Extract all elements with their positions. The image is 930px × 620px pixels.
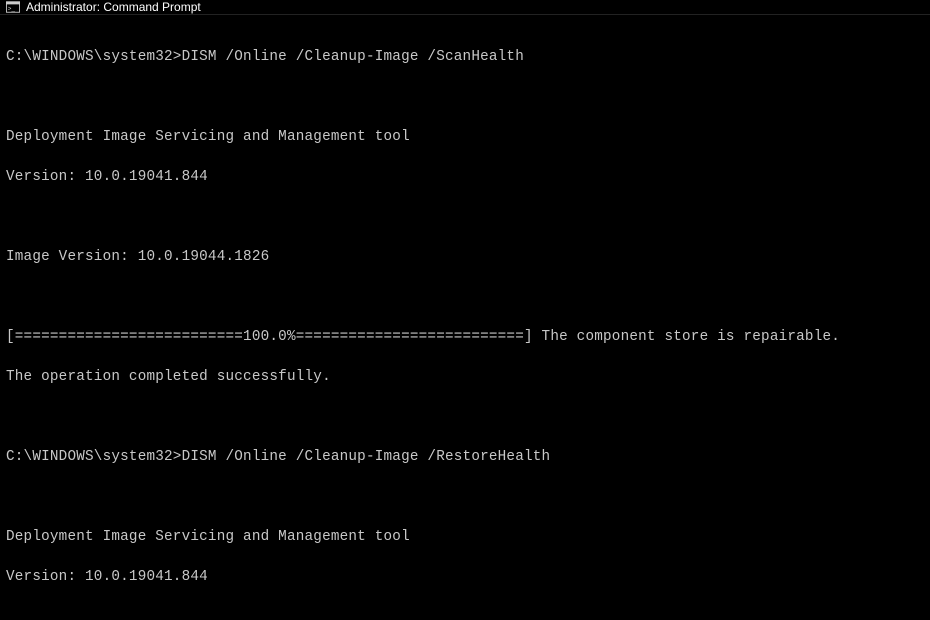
output-line: C:\WINDOWS\system32>DISM /Online /Cleanu… <box>6 47 924 67</box>
output-line <box>6 487 924 507</box>
svg-text:>_: >_ <box>8 6 16 13</box>
terminal-output[interactable]: C:\WINDOWS\system32>DISM /Online /Cleanu… <box>0 15 930 620</box>
titlebar[interactable]: >_ Administrator: Command Prompt <box>0 0 930 15</box>
window-title: Administrator: Command Prompt <box>26 0 201 14</box>
output-line: [==========================100.0%=======… <box>6 327 924 347</box>
output-line: Version: 10.0.19041.844 <box>6 167 924 187</box>
output-line: Deployment Image Servicing and Managemen… <box>6 527 924 547</box>
output-line: Version: 10.0.19041.844 <box>6 567 924 587</box>
command-prompt-window: >_ Administrator: Command Prompt C:\WIND… <box>0 0 930 620</box>
output-line <box>6 287 924 307</box>
output-line <box>6 207 924 227</box>
cmd-icon: >_ <box>6 0 20 14</box>
output-line <box>6 607 924 620</box>
output-line: C:\WINDOWS\system32>DISM /Online /Cleanu… <box>6 447 924 467</box>
output-line: Image Version: 10.0.19044.1826 <box>6 247 924 267</box>
output-line <box>6 407 924 427</box>
output-line: The operation completed successfully. <box>6 367 924 387</box>
output-line: Deployment Image Servicing and Managemen… <box>6 127 924 147</box>
output-line <box>6 87 924 107</box>
